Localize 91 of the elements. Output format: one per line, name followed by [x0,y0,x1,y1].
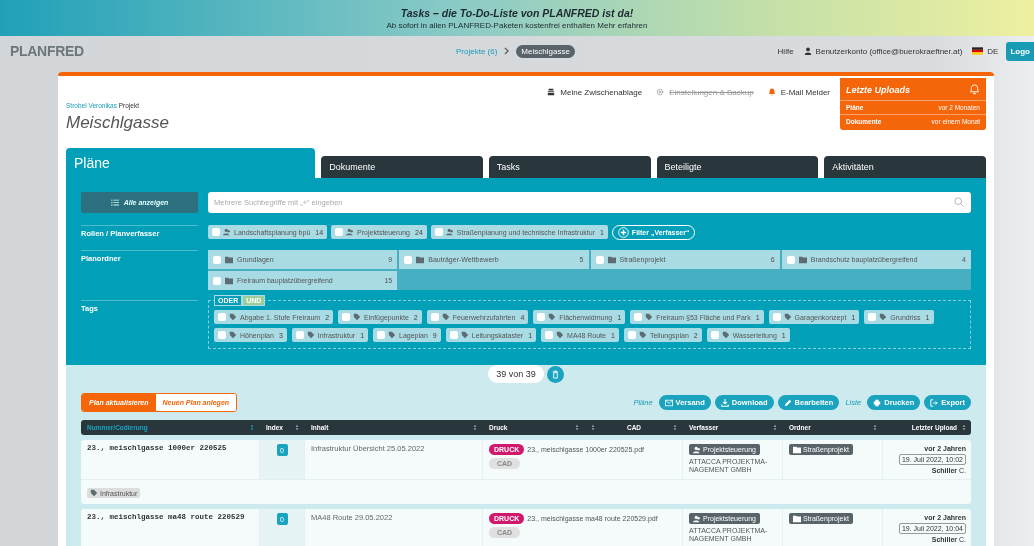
sort-icon[interactable] [250,424,254,431]
pencil-icon [783,398,792,407]
bell-icon [767,88,776,96]
table-row[interactable] [81,509,971,546]
folder-icon [793,445,801,454]
tag-icon [90,489,98,497]
plus-icon [617,227,629,238]
tag-icon [638,331,647,339]
folder-icon [225,276,233,285]
result-count: 39 von 39 [488,365,544,383]
checkbox[interactable] [449,331,458,339]
banner-text: Ab sofort in allen PLANFRED-Paketen kostenfrei enthalten [386,20,596,30]
gear-icon [656,88,665,96]
chevron-icon [504,47,510,55]
sort-icon[interactable] [591,424,595,431]
tag-icon [388,331,397,339]
users-icon [223,228,231,236]
tag-icon [879,313,888,321]
toolbar-link[interactable]: Meine Zwischenablage [547,87,643,97]
download-icon [720,398,729,407]
clear-filter-button[interactable] [546,365,564,383]
tag-icon [229,331,237,339]
sort-icon[interactable] [295,424,299,431]
checkbox[interactable] [710,331,719,339]
help-link[interactable]: Hilfe [777,46,794,56]
tag-icon [721,331,730,339]
folder-icon [607,255,616,264]
tag-icon [306,331,315,339]
checkbox[interactable] [213,255,221,264]
users-icon [693,514,701,523]
uploads-title: Letzte Uploads [846,84,910,95]
checkbox[interactable] [218,331,226,339]
checkbox[interactable] [218,313,226,321]
sort-icon[interactable] [962,424,966,431]
trash-icon [550,369,560,379]
tag-icon [548,313,557,321]
banner-link[interactable]: Mehr erfahren [597,20,648,30]
search-icon[interactable] [954,197,964,207]
sort-icon[interactable] [575,424,579,431]
flag-icon[interactable] [972,47,984,55]
checkbox[interactable] [377,331,386,339]
checkbox[interactable] [335,228,344,236]
checkbox[interactable] [537,313,546,321]
sort-icon[interactable] [773,424,777,431]
checkbox[interactable] [213,276,221,285]
tag-icon [460,331,469,339]
banner-title: Tasks – die To-Do-Liste von PLANFRED ist da! [399,6,635,19]
sort-icon[interactable] [673,424,677,431]
table-row[interactable] [81,440,971,504]
language-label[interactable]: DE [987,46,999,56]
checkbox[interactable] [595,255,604,264]
sort-icon[interactable] [473,424,477,431]
project-title: Meischlgasse [66,113,170,133]
checkbox[interactable] [786,255,795,264]
tab[interactable]: Beteiligte [656,156,819,178]
checkbox[interactable] [295,331,304,339]
toolbar-link[interactable]: E-Mail Melder [767,87,830,97]
tag-icon [441,313,450,321]
tag-icon [645,313,654,321]
export-icon [930,398,939,407]
folder-icon [416,255,425,264]
checkbox[interactable] [342,313,351,321]
tag-icon [229,313,237,321]
user-icon [803,47,812,55]
folder-icon [793,514,801,523]
folder-icon [225,255,233,264]
sort-icon[interactable] [873,424,877,431]
tag-icon [556,331,565,339]
checkbox[interactable] [772,313,781,321]
checkbox[interactable] [545,331,554,339]
tab[interactable]: Aktivitäten [824,156,986,178]
folder-icon [798,255,807,264]
users-icon [346,228,355,236]
users-icon [445,228,454,236]
checkbox[interactable] [212,228,220,236]
checkbox[interactable] [634,313,643,321]
checkbox[interactable] [434,228,443,236]
tab[interactable]: Dokumente [321,156,483,178]
checkbox[interactable] [404,255,413,264]
checkbox[interactable] [868,313,877,321]
breadcrumb-current[interactable]: Meischlgasse [516,44,575,58]
tab[interactable]: Tasks [488,156,651,178]
mail-icon [664,398,673,407]
users-icon [693,445,701,454]
checkbox[interactable] [627,331,636,339]
account-link[interactable]: Benutzerkonto (office@buerokraeftner.at) [815,46,963,56]
tag-icon [353,313,362,321]
checkbox[interactable] [430,313,439,321]
tag-icon [783,313,792,321]
bell-icon[interactable] [969,84,980,95]
clipboard-icon [547,88,556,96]
